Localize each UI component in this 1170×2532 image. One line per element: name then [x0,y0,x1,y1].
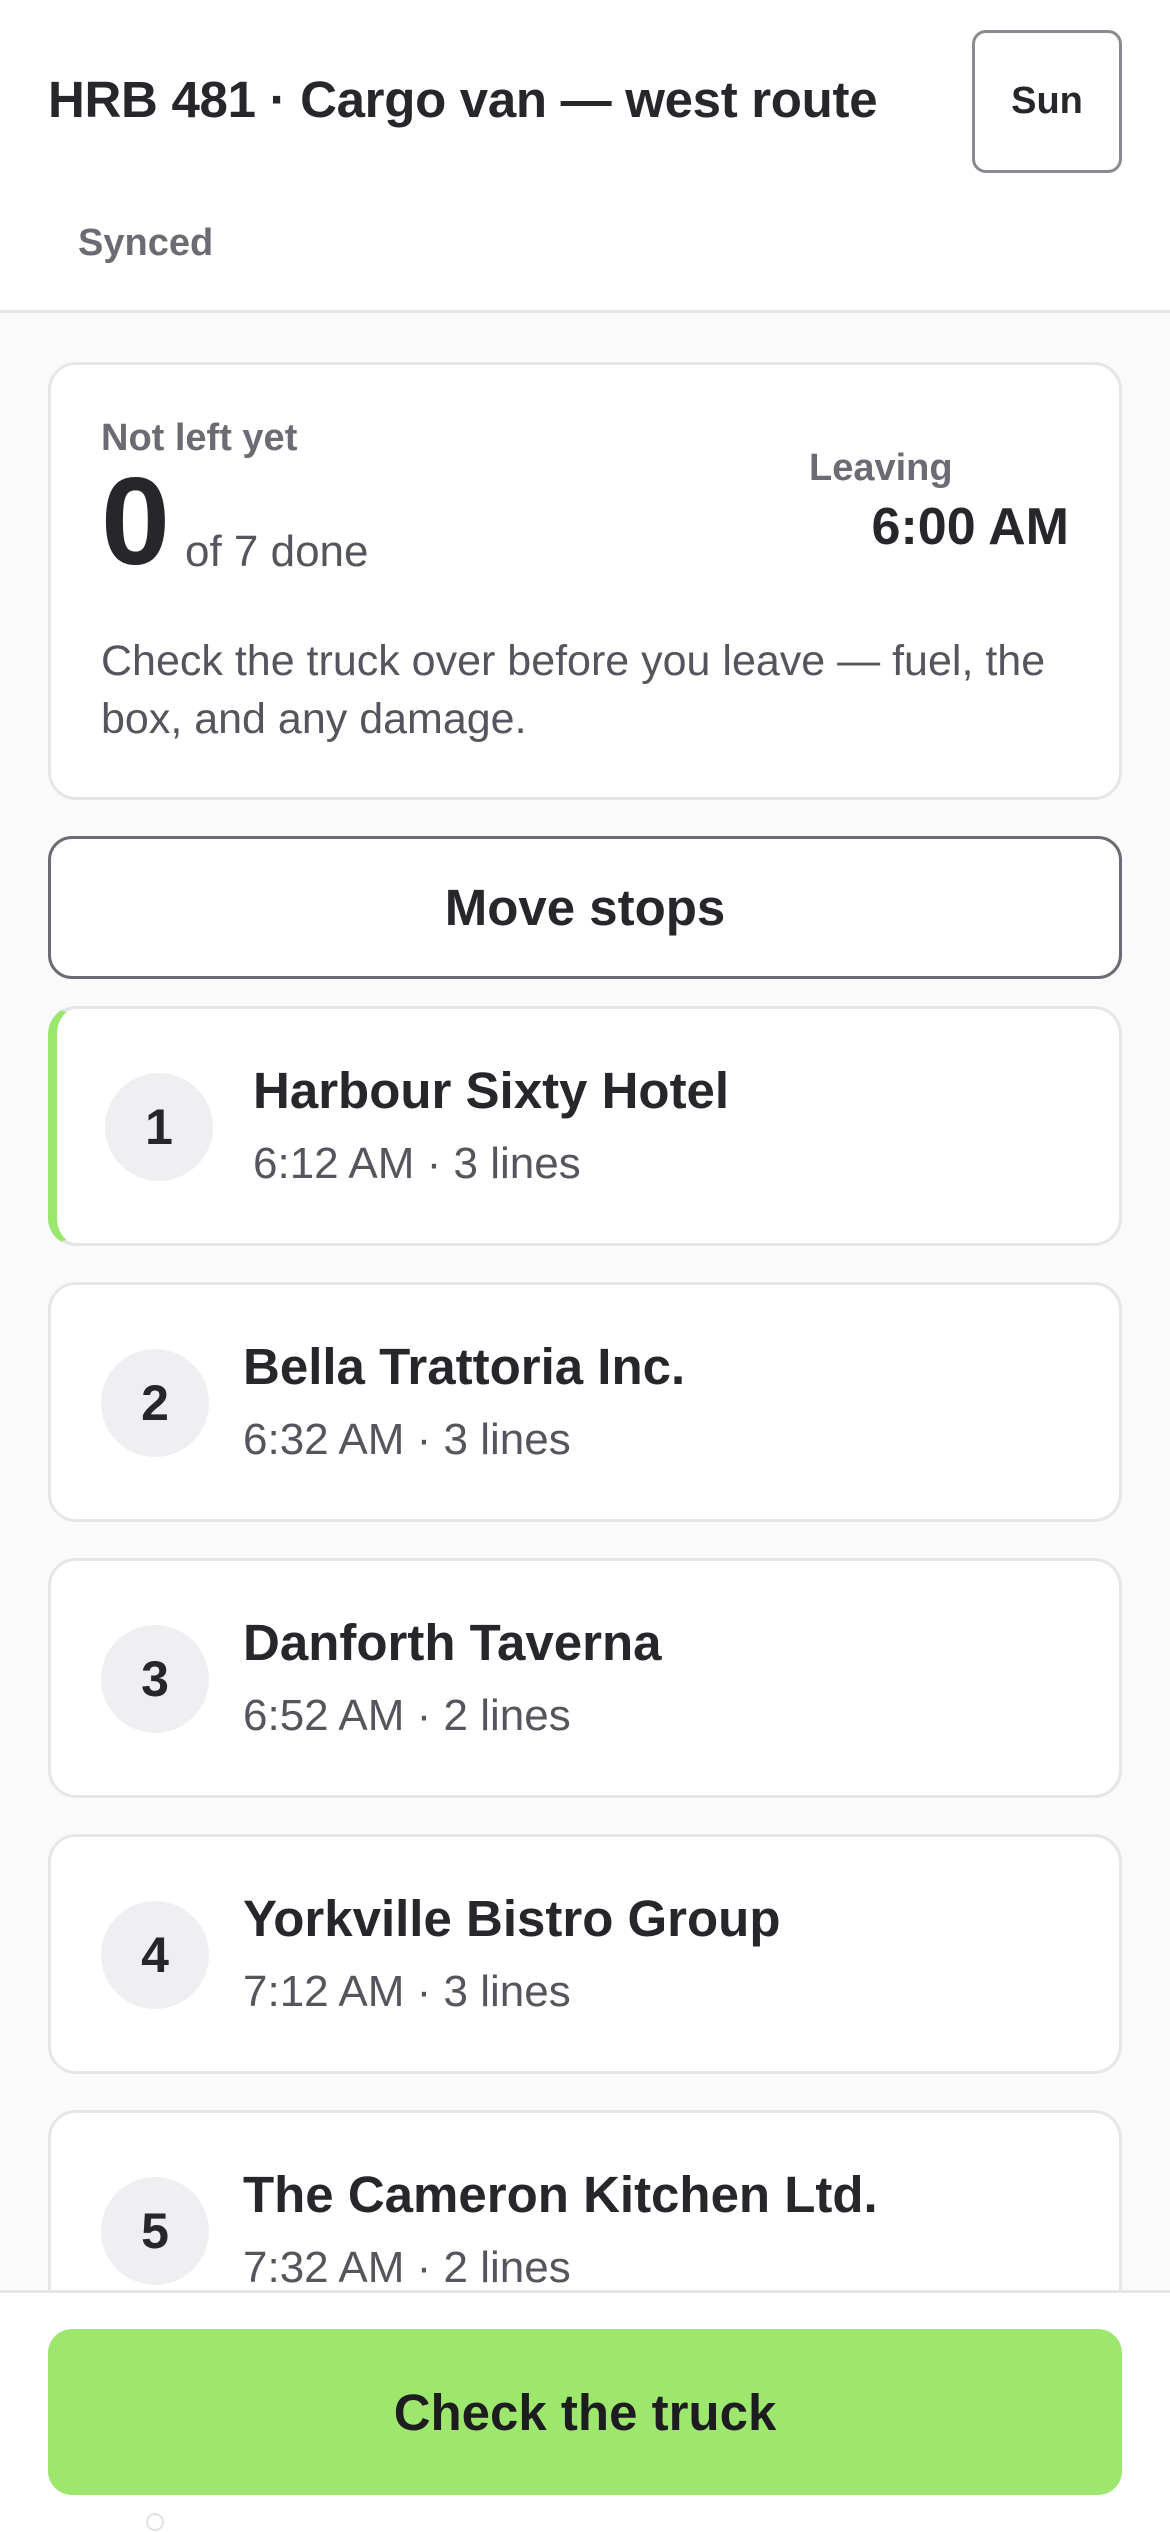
route-title: HRB 481 · Cargo van — west route [48,71,878,128]
stop-number-badge: 5 [101,2177,209,2285]
stop-number-badge: 4 [101,1901,209,2009]
stop-time-and-lines: 6:32 AM · 3 lines [243,1415,571,1464]
stop-time-and-lines: 6:12 AM · 3 lines [253,1139,581,1188]
check-truck-button[interactable]: Check the truck [48,2329,1122,2495]
bottom-action-bar: Check the truck [0,2290,1170,2532]
stop-name: Harbour Sixty Hotel [253,1062,730,1119]
completed-stop-count: 0 [101,453,170,591]
sync-status: Synced [78,222,214,264]
day-selector-button[interactable]: Sun [972,30,1122,173]
route-screen: HRB 481 · Cargo van — west route Sun Syn… [0,0,1170,2532]
stop-time-and-lines: 6:52 AM · 2 lines [243,1691,571,1740]
route-summary-card: Not left yet 0 of 7 done Leaving 6:00 AM… [48,362,1122,800]
stop-card[interactable]: 1 Harbour Sixty Hotel 6:12 AM · 3 lines [48,1006,1122,1246]
stop-card[interactable]: 4 Yorkville Bistro Group 7:12 AM · 3 lin… [48,1834,1122,2074]
stop-card[interactable]: 3 Danforth Taverna 6:52 AM · 2 lines [48,1558,1122,1798]
home-indicator [146,2513,164,2531]
move-stops-button[interactable]: Move stops [48,836,1122,979]
leaving-label: Leaving [809,447,953,489]
stop-time-and-lines: 7:12 AM · 3 lines [243,1967,571,2016]
stop-number-badge: 1 [105,1073,213,1181]
total-stop-label: of 7 done [185,527,369,576]
stop-name: The Cameron Kitchen Ltd. [243,2166,878,2223]
leaving-time: 6:00 AM [871,498,1069,556]
stop-name: Yorkville Bistro Group [243,1890,781,1947]
stop-number-badge: 2 [101,1349,209,1457]
route-header: HRB 481 · Cargo van — west route Sun Syn… [0,0,1170,313]
stop-time-and-lines: 7:32 AM · 2 lines [243,2243,571,2292]
stop-card[interactable]: 2 Bella Trattoria Inc. 6:32 AM · 3 lines [48,1282,1122,1522]
stop-number-badge: 3 [101,1625,209,1733]
stop-name: Bella Trattoria Inc. [243,1338,686,1395]
stop-name: Danforth Taverna [243,1614,662,1671]
truck-check-message: Check the truck over before you leave — … [101,637,1046,743]
